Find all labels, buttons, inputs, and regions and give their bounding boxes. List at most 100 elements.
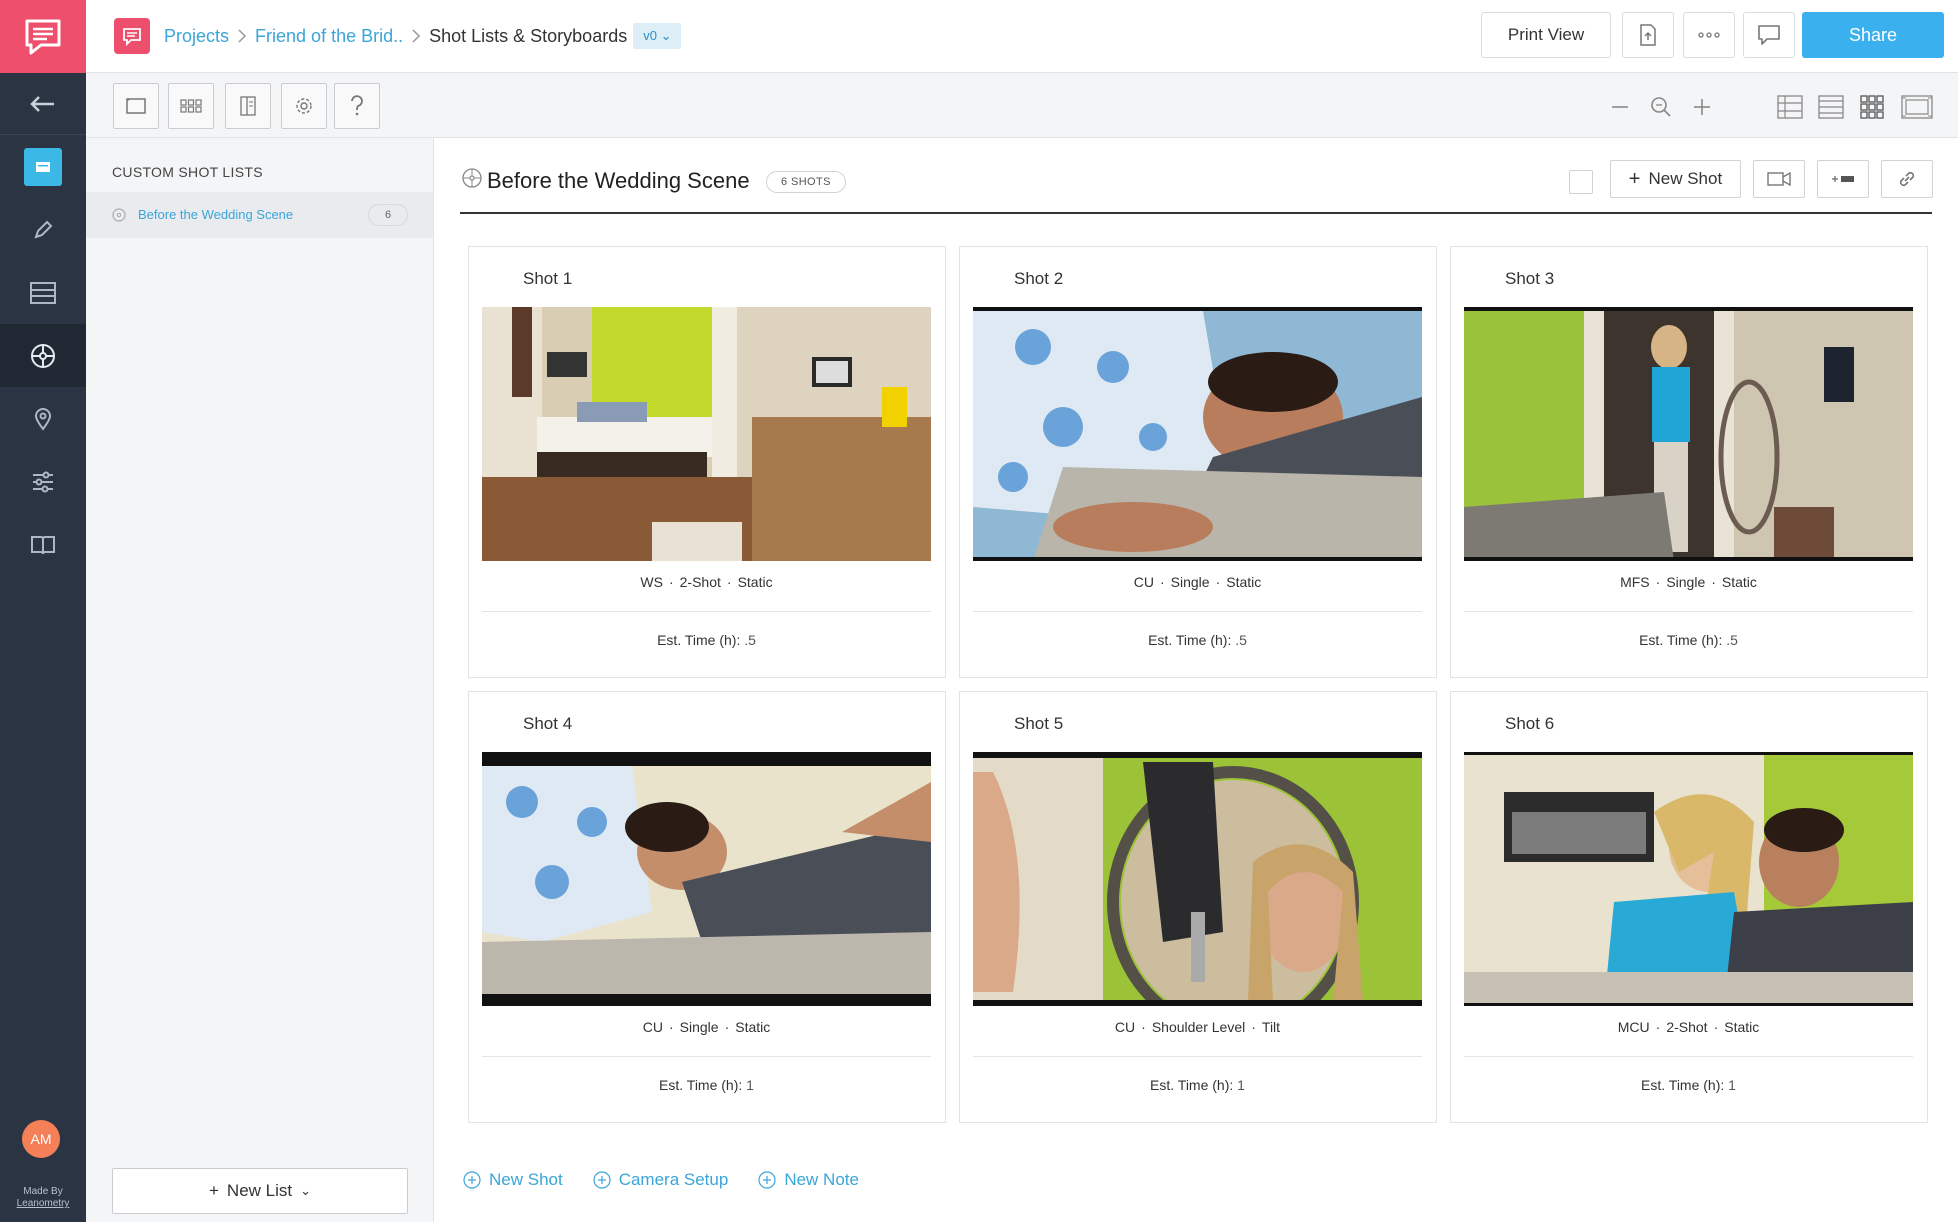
chevron-right-icon: [409, 28, 423, 44]
split-view-button[interactable]: [225, 83, 271, 129]
divider: [1464, 611, 1913, 612]
plus-circle-icon: [463, 1171, 481, 1189]
single-frame-view-button[interactable]: [113, 83, 159, 129]
shot-lists-sidebar: CUSTOM SHOT LISTS Before the Wedding Sce…: [86, 138, 434, 1222]
est-time-label: Est. Time (h):: [657, 632, 741, 648]
shot-card[interactable]: Shot 6 MCU · 2-Shot · Static Est. Time (h): …: [1450, 691, 1928, 1123]
shot-est-time: Est. Time (h): .5: [1464, 632, 1913, 648]
rail-script[interactable]: [0, 198, 86, 261]
arrow-left-icon: [30, 95, 54, 112]
add-camera-setup-link[interactable]: Camera Setup: [593, 1170, 728, 1190]
shot-card[interactable]: Shot 3 MFS · Single · Static Est. Time (h): …: [1450, 246, 1928, 678]
more-dots-icon: [1698, 32, 1720, 38]
shot-frame-image[interactable]: [482, 307, 931, 561]
document-upload-icon: [1640, 24, 1656, 46]
camera-setup-button[interactable]: [1753, 160, 1805, 198]
grid-view-button[interactable]: [168, 83, 214, 129]
est-time-label: Est. Time (h):: [1148, 632, 1232, 648]
est-time-value: 1: [1237, 1077, 1245, 1093]
rail-storyboard[interactable]: [0, 135, 86, 198]
breadcrumb-projects[interactable]: Projects: [164, 26, 229, 47]
zoom-out-button[interactable]: [1606, 93, 1634, 121]
rail-settings[interactable]: [0, 450, 86, 513]
shot-title[interactable]: Shot 6: [1505, 714, 1554, 734]
divider: [1464, 1056, 1913, 1057]
breadcrumb-project[interactable]: Friend of the Brid..: [255, 26, 403, 47]
storyboard-grid-view-button[interactable]: [1858, 93, 1886, 121]
rail-shot-lists[interactable]: [0, 324, 86, 387]
shot-card[interactable]: Shot 2 CU · Single · Static Est. Time (h): .…: [959, 246, 1437, 678]
sidebar-item-shot-list[interactable]: Before the Wedding Scene 6: [86, 192, 433, 238]
version-label: v0: [643, 28, 657, 43]
woman-closet-image: [1464, 307, 1913, 561]
made-by-label: Made By Leanometry: [0, 1186, 86, 1210]
book-icon: [31, 535, 55, 554]
shot-card[interactable]: Shot 5 CU · Shoulder Level · Tilt Est. Time …: [959, 691, 1437, 1123]
shot-est-time: Est. Time (h): 1: [1464, 1077, 1913, 1093]
shot-frame-image[interactable]: [482, 752, 931, 1006]
shot-title[interactable]: Shot 2: [1014, 269, 1063, 289]
shot-title[interactable]: Shot 3: [1505, 269, 1554, 289]
list-view-button[interactable]: [1776, 93, 1804, 121]
chevron-down-icon: ⌄: [660, 28, 672, 43]
back-button[interactable]: [0, 73, 86, 135]
shot-frame-image[interactable]: [1464, 307, 1913, 561]
filmstrip-icon: [1901, 95, 1933, 119]
scene-header: Before the Wedding Scene 6 SHOTS + New S…: [460, 160, 1933, 214]
magnifier-icon: [1651, 97, 1671, 117]
settings-button[interactable]: [281, 83, 327, 129]
grid-nine-icon: [1860, 95, 1884, 119]
insert-divider-button[interactable]: [1817, 160, 1869, 198]
est-time-label: Est. Time (h):: [1150, 1077, 1234, 1093]
shot-title[interactable]: Shot 1: [523, 269, 572, 289]
divider: [973, 1056, 1422, 1057]
shot-frame-image[interactable]: [1464, 752, 1913, 1006]
rail-locations[interactable]: [0, 387, 86, 450]
print-view-button[interactable]: Print View: [1481, 12, 1611, 58]
table-view-button[interactable]: [1817, 93, 1845, 121]
plus-icon: [1694, 99, 1710, 115]
video-camera-icon: [1767, 172, 1791, 186]
new-list-label: New List: [226, 1181, 293, 1200]
comments-button[interactable]: [1743, 12, 1795, 58]
scene-title[interactable]: Before the Wedding Scene: [487, 168, 750, 194]
export-button[interactable]: [1622, 12, 1674, 58]
add-note-link[interactable]: New Note: [758, 1170, 859, 1190]
est-time-value: .5: [1726, 632, 1738, 648]
project-icon[interactable]: [114, 18, 150, 54]
shot-type: Single: [1666, 574, 1706, 590]
app-logo[interactable]: [0, 0, 86, 73]
shot-size: CU: [1133, 574, 1154, 590]
zoom-reset-button[interactable]: [1647, 93, 1675, 121]
shot-specs: CU · Shoulder Level · Tilt: [1114, 1019, 1281, 1035]
add-shot-link[interactable]: New Shot: [463, 1170, 563, 1190]
new-list-button[interactable]: + New List ⌄: [112, 1168, 408, 1214]
shot-frame-image[interactable]: [973, 307, 1422, 561]
frame-icon: [126, 98, 146, 114]
chevron-down-icon: ⌄: [300, 1183, 312, 1198]
share-button[interactable]: Share: [1802, 12, 1944, 58]
rail-list[interactable]: [0, 261, 86, 324]
shot-card[interactable]: Shot 4 CU · Single · Static Est. Time (h): 1: [468, 691, 946, 1123]
help-button[interactable]: [334, 83, 380, 129]
made-by-brand[interactable]: Leanometry: [0, 1198, 86, 1210]
zoom-in-button[interactable]: [1688, 93, 1716, 121]
shot-card[interactable]: Shot 1 WS · 2-Shot · Static Est. Time (h): .…: [468, 246, 946, 678]
bottom-actions: New Shot Camera Setup New Note: [463, 1170, 859, 1190]
filmstrip-view-button[interactable]: [1901, 93, 1933, 121]
new-shot-button[interactable]: + New Shot: [1610, 160, 1741, 198]
comments-icon: [1758, 25, 1780, 45]
shot-title[interactable]: Shot 5: [1014, 714, 1063, 734]
version-dropdown[interactable]: v0 ⌄: [633, 23, 682, 49]
chat-logo-icon: [25, 19, 61, 54]
more-button[interactable]: [1683, 12, 1735, 58]
est-time-label: Est. Time (h):: [1639, 632, 1723, 648]
avatar[interactable]: AM: [22, 1120, 60, 1158]
shot-count-badge: 6: [368, 204, 408, 226]
shot-frame-image[interactable]: [973, 752, 1422, 1006]
shot-title[interactable]: Shot 4: [523, 714, 572, 734]
select-all-checkbox[interactable]: [1569, 170, 1593, 194]
rail-book[interactable]: [0, 513, 86, 576]
list-icon: [30, 281, 56, 304]
link-button[interactable]: [1881, 160, 1933, 198]
